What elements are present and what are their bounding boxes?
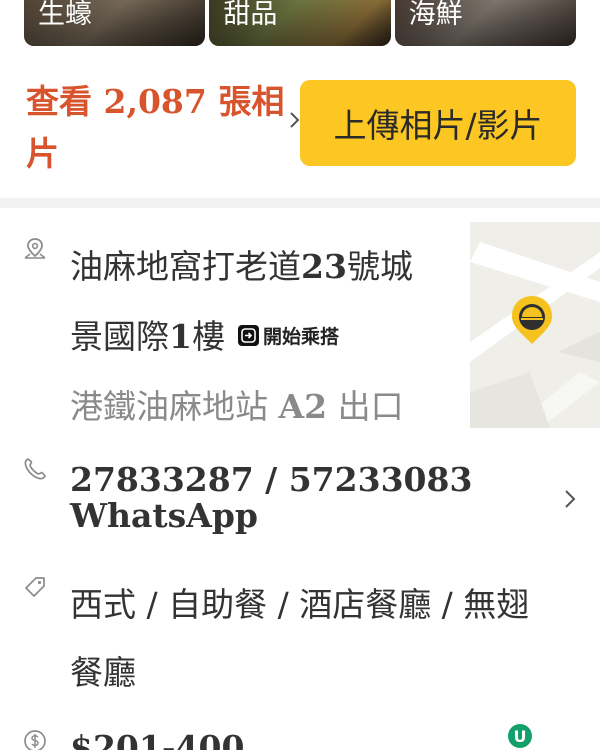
address-text: 樓: [191, 317, 225, 356]
category-thumb-seafood[interactable]: 海鮮: [394, 0, 576, 46]
address-number: 23: [301, 247, 347, 286]
category-label: 生蠔: [38, 0, 92, 30]
category-thumb-oysters[interactable]: 生蠔: [24, 0, 206, 46]
transit-exit-code: A2: [278, 387, 328, 426]
address-text: 景國際: [70, 317, 169, 356]
upload-photo-video-button[interactable]: 上傳相片/影片: [300, 80, 576, 166]
cuisine-tags[interactable]: 西式 / 自助餐 / 酒店餐廳 / 無翅: [70, 578, 529, 626]
category-thumb-dessert[interactable]: 甜品: [209, 0, 391, 46]
photos-row: 查看 2,087 張相片 上傳相片/影片: [26, 76, 576, 176]
photo-category-strip: 生蠔 甜品 海鮮: [24, 0, 576, 46]
map-graphic: [470, 222, 600, 428]
category-label: 甜品: [223, 0, 278, 30]
phone-numbers[interactable]: 27833287 / 57233083 WhatsApp: [70, 462, 472, 534]
whatsapp-label: WhatsApp: [70, 496, 259, 535]
phone-icon: [24, 458, 46, 480]
cuisine-tags-continued[interactable]: 餐廳: [70, 646, 136, 694]
address-line-2[interactable]: 景國際1樓: [70, 310, 225, 358]
address-text: 號城: [346, 247, 413, 286]
price-range: $201-400: [70, 728, 245, 750]
address-text: 油麻地窩打老道: [70, 247, 301, 286]
transit-text: 港鐵油麻地站: [70, 387, 279, 426]
start-ride-label: 開始乘搭: [263, 326, 340, 348]
section-divider: [0, 198, 600, 208]
tag-icon: [25, 577, 45, 597]
location-pin-icon: [24, 238, 46, 259]
view-photos-prefix: 查看: [26, 82, 104, 121]
photo-count: 2,087: [103, 82, 207, 121]
dollar-circle-icon: [24, 730, 46, 750]
chevron-right-icon[interactable]: [563, 488, 577, 510]
transit-exit: 港鐵油麻地站 A2 出口: [70, 380, 404, 428]
address-number: 1: [169, 317, 192, 356]
transit-text: 出口: [327, 387, 404, 426]
u-badge-icon: U: [508, 724, 532, 748]
ride-arrow-icon: [238, 325, 259, 346]
address-line-1[interactable]: 油麻地窩打老道23號城: [70, 240, 413, 288]
phone-number-line: 27833287 / 57233083: [70, 460, 473, 499]
start-ride-link[interactable]: 開始乘搭: [238, 322, 339, 349]
category-label: 海鮮: [408, 0, 463, 30]
view-photos-link[interactable]: 查看 2,087 張相片: [26, 76, 288, 180]
location-map[interactable]: [470, 222, 600, 428]
